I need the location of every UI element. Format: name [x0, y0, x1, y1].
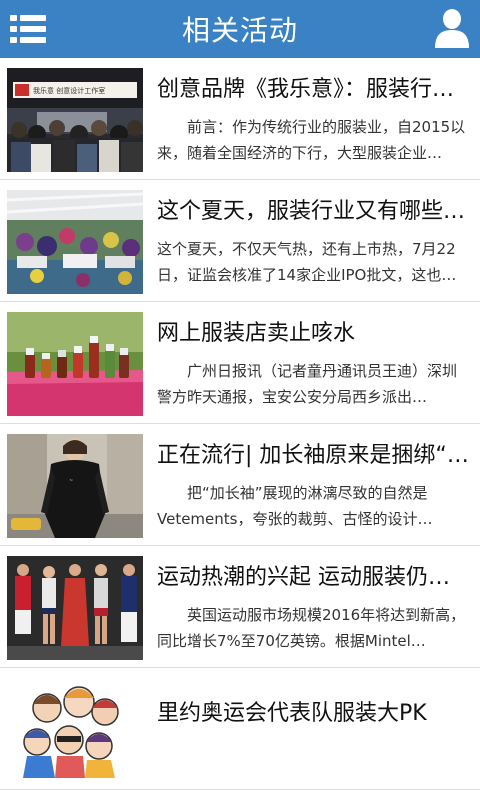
article-summary: 前言：作为传统行业的服装业，自2015以来，随着全国经济的下行，大型服装企业… — [157, 118, 466, 162]
cartoon-athletes-image — [7, 678, 143, 782]
article-summary: 把“加长袖”展现的淋漓尽致的自然是Vetements，夸张的裁剪、古怪的设计… — [157, 484, 433, 528]
menu-list-icon[interactable] — [10, 11, 46, 47]
store-crowd-photo: 我乐意 创意设计工作室 — [7, 68, 143, 172]
list-item[interactable]: 运动热潮的兴起 运动服装仍是… 英国运动服市场规模2016年将达到新高，同比增长… — [0, 546, 480, 668]
user-icon[interactable] — [434, 6, 470, 50]
svg-text:我乐意 创意设计工作室: 我乐意 创意设计工作室 — [33, 86, 105, 95]
app-header: 相关活动 — [0, 0, 480, 58]
article-title[interactable]: 这个夏天，服装行业又有哪些新… — [157, 194, 470, 230]
list-item[interactable]: 这个夏天，服装行业又有哪些新… 这个夏天，不仅天气热，还有上市热，7月22日，证… — [0, 180, 480, 302]
svg-text:~: ~ — [69, 478, 73, 484]
article-title[interactable]: 网上服装店卖止咳水 — [157, 316, 470, 352]
sportswear-models-photo — [7, 556, 143, 660]
list-item[interactable]: ~ 正在流行| 加长袖原来是捆绑“精… 把“加长袖”展现的淋漓尽致的自然是Vet… — [0, 424, 480, 546]
list-item[interactable]: 我乐意 创意设计工作室 创意品牌《我乐意》：服装行业… 前言：作为传统行业的服装… — [0, 58, 480, 180]
list-item[interactable]: 网上服装店卖止咳水 广州日报讯（记者童丹通讯员王迪）深圳警方昨天通报，宝安公安分… — [0, 302, 480, 424]
article-title[interactable]: 创意品牌《我乐意》：服装行业… — [157, 72, 470, 108]
article-title[interactable]: 里约奥运会代表队服装大PK — [157, 696, 470, 732]
article-summary: 这个夏天，不仅天气热，还有上市热，7月22日，证监会核准了14家企业IPO批文，… — [157, 240, 457, 284]
page-title: 相关活动 — [181, 14, 298, 47]
list-item[interactable]: 里约奥运会代表队服装大PK — [0, 668, 480, 790]
medicine-bottles-photo — [7, 312, 143, 416]
model-hoodie-photo: ~ — [7, 434, 143, 538]
article-summary: 英国运动服市场规模2016年将达到新高，同比增长7%至70亿英镑。根据Minte… — [157, 606, 466, 650]
article-list: 我乐意 创意设计工作室 创意品牌《我乐意》：服装行业… 前言：作为传统行业的服装… — [0, 58, 480, 800]
article-title[interactable]: 正在流行| 加长袖原来是捆绑“精… — [157, 438, 470, 474]
article-summary: 广州日报讯（记者童丹通讯员王迪）深圳警方昨天通报，宝安公安分局西乡派出… — [157, 362, 458, 406]
garment-factory-photo — [7, 190, 143, 294]
article-title[interactable]: 运动热潮的兴起 运动服装仍是… — [157, 560, 470, 596]
